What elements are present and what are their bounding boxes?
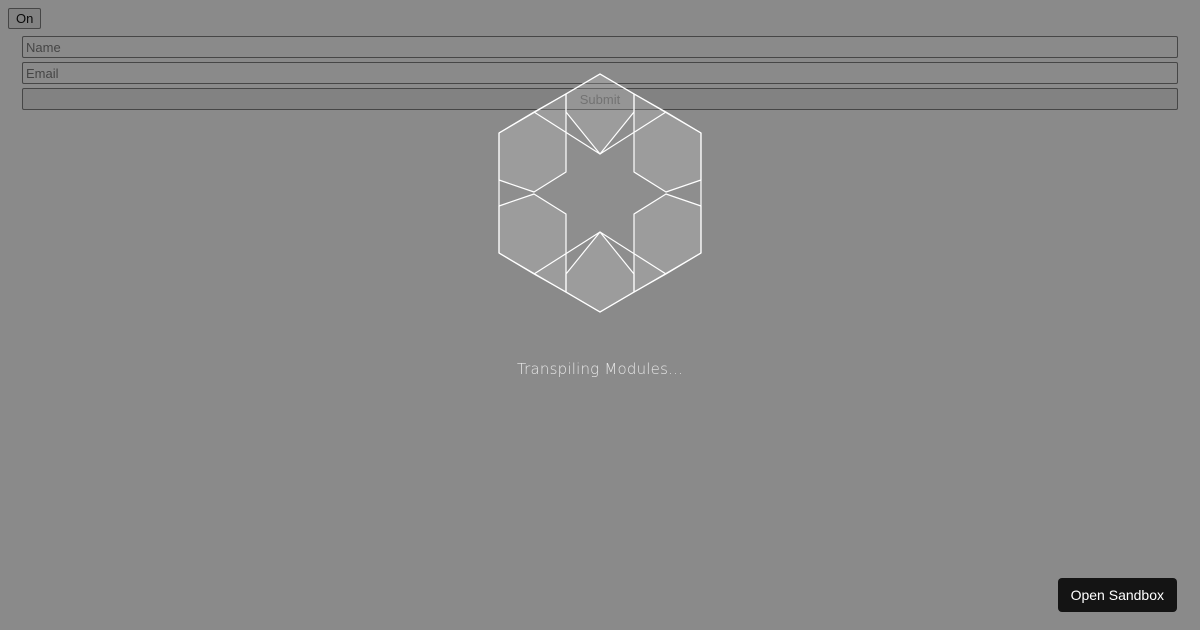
loading-overlay: Transpiling Modules... Open Sandbox	[0, 0, 1200, 630]
sandbox-preview: On Submit	[0, 0, 1200, 630]
codesandbox-hexagon-logo-icon	[498, 73, 702, 313]
loading-status-text: Transpiling Modules...	[516, 360, 683, 378]
open-sandbox-button[interactable]: Open Sandbox	[1057, 578, 1177, 612]
